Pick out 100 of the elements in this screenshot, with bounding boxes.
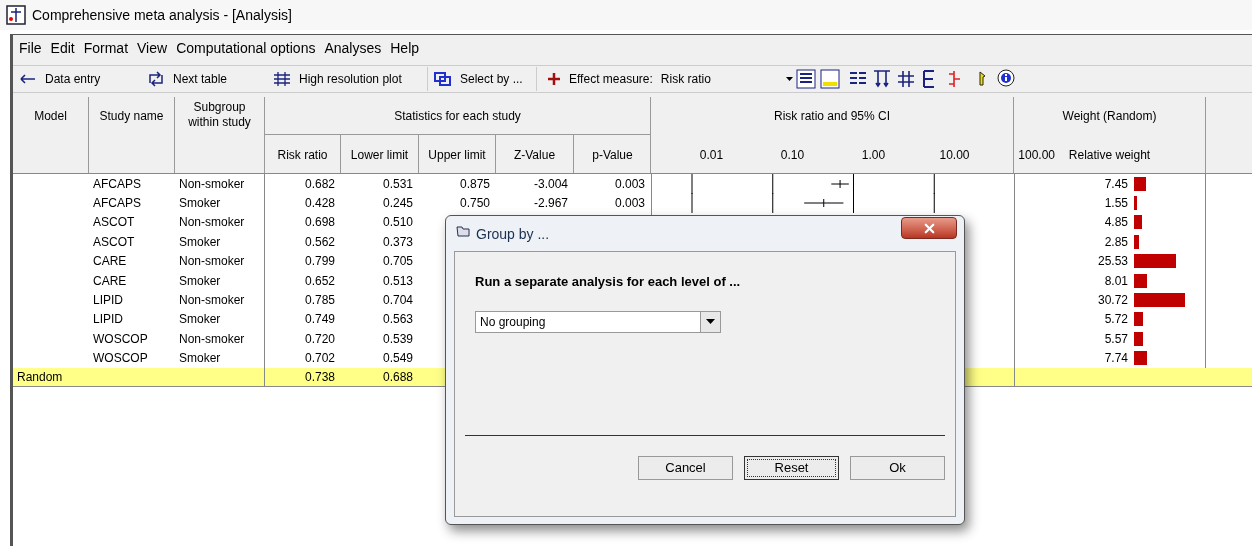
axis-tick-label: 0.01 [699,147,724,164]
table-cell-text: Smoker [179,233,221,251]
table-cell-text: ASCOT [93,214,135,232]
plus-icon [547,72,561,86]
table-cell-text: 0.682 [304,175,335,193]
table-cell-text: Non-smoker [179,330,245,348]
table-cell-text: 0.738 [304,369,335,387]
weight-bar [1134,273,1148,288]
table-cell-text: Non-smoker [179,253,245,271]
table-cell-text: 0.799 [304,253,335,271]
table-cell-text: AFCAPS [93,175,141,193]
folder-icon [456,224,470,238]
table-cell-text: 0.688 [382,369,413,387]
column-group-header: Risk ratio and 95% CI [772,108,892,125]
table-cell-text: CARE [93,272,127,290]
menu-item[interactable]: Computational options [176,37,316,59]
down-arrows-icon[interactable] [871,68,893,90]
caret-icon [706,319,715,324]
column-header: Lower limit [341,135,419,173]
axis-tick-label: 100.00 [1018,147,1055,164]
column-header: p-Value [591,147,634,164]
toolbar-button[interactable]: Next table [141,67,267,91]
axis-tick-label: 1.00 [861,147,886,164]
table-cell-text: 0.720 [304,330,335,348]
table-cell-text: 0.428 [304,195,335,213]
table-cell-text: 0.513 [382,272,413,290]
info-icon[interactable] [995,68,1017,90]
grouping-select[interactable]: No grouping [475,310,721,333]
table-cell-text: ASCOT [93,233,135,251]
loop-arrows-icon [147,71,165,87]
table-cell-text: Smoker [179,195,221,213]
plot-lines-icon [273,71,291,87]
table-cell-text: 0.652 [304,272,335,290]
caret-icon [786,77,793,81]
table-cell-text: WOSCOP [93,350,148,368]
table-cell-text: 0.705 [382,253,413,271]
table-cell-text: 0.704 [382,292,413,310]
close-button[interactable] [901,217,957,239]
weight-bar [1134,176,1147,191]
table-cell-text: LIPID [93,292,123,310]
weight-bar [1134,331,1144,346]
table-cell-text: 7.74 [1103,350,1128,368]
column-header: Z-Value [496,135,574,173]
table-cell-text: Non-smoker [179,175,245,193]
window-title: Comprehensive meta analysis - [Analysis] [32,5,292,25]
column-header: Upper limit [419,135,496,173]
weight-bar [1134,312,1144,327]
table-cell-text: Non-smoker [179,292,245,310]
table-cell-text: 25.53 [1096,253,1128,271]
column-group-header: Weight (Random) [1061,108,1158,125]
table-cell-text: Non-smoker [179,214,245,232]
column-group-header: Statistics for each study [265,97,650,135]
dialog-button[interactable]: Ok [850,455,945,480]
table-cell-text: Random [17,369,63,387]
table-cell-text: 0.003 [614,195,645,213]
menu-item[interactable]: Help [390,37,420,59]
toolbar-button[interactable]: High resolution plot [267,67,427,91]
list-view-icon[interactable] [795,68,817,90]
column-header: Risk ratio [265,135,341,173]
weight-bar [1134,196,1137,211]
table-cell-text: 1.55 [1103,195,1128,213]
plot-lines-icon[interactable] [895,68,917,90]
dialog-button[interactable]: Cancel [638,455,733,480]
dialog-button[interactable]: Reset [744,455,839,480]
table-cell-text: -3.004 [533,175,568,193]
column-header: Model [13,97,89,173]
dialog-title: Group by ... [476,225,550,244]
table-cell-text: Smoker [179,272,221,290]
table-cell-text: AFCAPS [93,195,141,213]
menu-item[interactable]: View [137,37,168,59]
table-cell-text: 8.01 [1103,272,1128,290]
table-cell-text: Smoker [179,311,221,329]
table-cell-text: -2.967 [533,195,568,213]
table-cell-text: 2.85 [1103,233,1128,251]
table-cell-text: 0.539 [382,330,413,348]
table-cell-text: 0.531 [382,175,413,193]
weight-bar [1134,234,1139,249]
table-cell-text: 5.72 [1103,311,1128,329]
toolbar-button[interactable]: Data entry [13,67,141,91]
menu-item[interactable]: Format [83,37,129,59]
table-cell-text: 0.245 [382,195,413,213]
app-icon [6,5,26,25]
table-cell-text: LIPID [93,311,123,329]
table-cell-text: 30.72 [1096,292,1128,310]
column-header: Subgroup within study [175,97,265,173]
column-header: Study name [89,97,175,173]
toolbar-button[interactable]: Select by ... [427,67,537,91]
table-cell-text: WOSCOP [93,330,148,348]
menu-item[interactable]: File [19,37,42,59]
weight-bar [1134,254,1177,269]
table-cell-text: 0.549 [382,350,413,368]
table-cell-text: 0.563 [382,311,413,329]
table-cell-text: 0.875 [459,175,490,193]
table-cell-text: 4.85 [1103,214,1128,232]
column-header: Relative weight [1068,147,1151,164]
effect-measure-dropdown[interactable]: Effect measure: Risk ratio [537,67,793,91]
table-cell-text: 0.510 [382,214,413,232]
menu-item[interactable]: Analyses [324,37,382,59]
table-cell-text: CARE [93,253,127,271]
menu-item[interactable]: Edit [50,37,75,59]
